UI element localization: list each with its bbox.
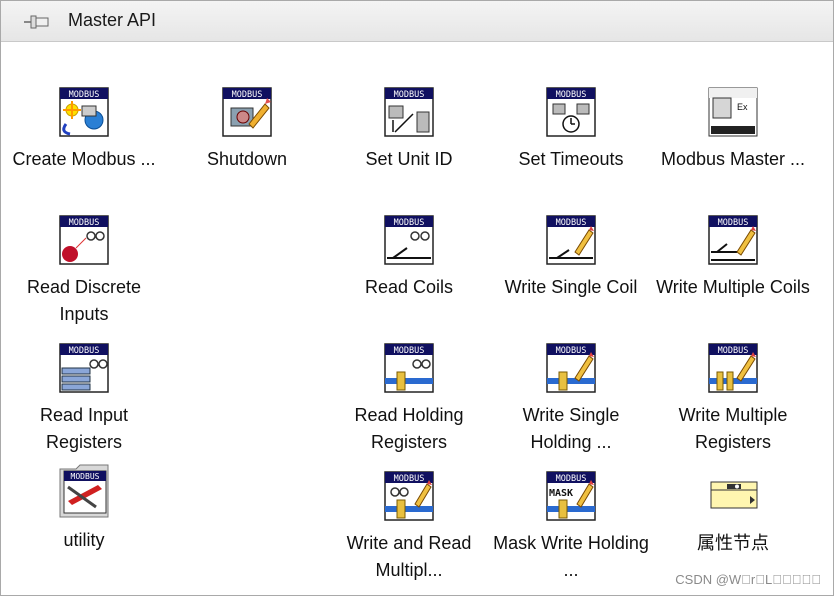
modbus-write-multiple-coils-icon: MODBUS <box>707 214 759 266</box>
modbus-write-single-coil-icon: MODBUS <box>545 214 597 266</box>
palette-item-read-input-registers[interactable]: MODBUS Read Input Registers <box>3 342 165 462</box>
modbus-header-text: MODBUS <box>394 90 425 100</box>
modbus-set-timeouts-icon: MODBUS <box>545 86 597 138</box>
modbus-header-text: MODBUS <box>394 218 425 228</box>
palette-item-label: Read Discrete Inputs <box>26 277 142 324</box>
palette-window: Master API MODBUS Create Modbus ... MODB… <box>0 0 834 596</box>
palette-item-modbus-master[interactable]: Ex Modbus Master ... <box>652 86 814 206</box>
modbus-utility-folder-icon: MODBUS <box>58 463 110 518</box>
modbus-header-text: MODBUS <box>556 218 587 228</box>
palette-item-mask-write-holding[interactable]: MODBUS MASK Mask Write Holding ... <box>490 470 652 590</box>
palette-item-label: utility <box>63 530 105 550</box>
modbus-mask-write-icon: MODBUS MASK <box>545 470 597 522</box>
palette-item-set-unit-id[interactable]: MODBUS Set Unit ID <box>328 86 490 206</box>
modbus-write-multiple-registers-icon: MODBUS <box>707 342 759 394</box>
svg-text:MODBUS: MODBUS <box>71 472 100 481</box>
palette-item-label: Shutdown <box>206 149 288 169</box>
modbus-header-text: MODBUS <box>69 218 100 228</box>
palette-item-label: Read Coils <box>364 277 454 297</box>
modbus-write-single-holding-icon: MODBUS <box>545 342 597 394</box>
palette-item-label: Write Multiple Registers <box>678 405 788 452</box>
property-node-icon <box>707 470 759 522</box>
palette-item-set-timeouts[interactable]: MODBUS Set Timeouts <box>490 86 652 206</box>
modbus-master-example-icon: Ex <box>707 86 759 138</box>
palette-item-read-holding-registers[interactable]: MODBUS Read Holding Registers <box>328 342 490 462</box>
modbus-read-discrete-icon: MODBUS <box>58 214 110 266</box>
palette-item-write-single-coil[interactable]: MODBUS Write Single Coil <box>490 214 652 334</box>
palette-item-write-and-read-multiple[interactable]: MODBUS Write and Read Multipl... <box>328 470 490 590</box>
modbus-header-text: MODBUS <box>556 90 587 100</box>
modbus-read-input-registers-icon: MODBUS <box>58 342 110 394</box>
palette-item-label: Write Single Coil <box>504 277 638 297</box>
modbus-header-text: MODBUS <box>556 474 587 484</box>
pin-icon[interactable] <box>23 13 51 31</box>
palette-item-write-multiple-registers[interactable]: MODBUS Write Multiple Registers <box>652 342 814 462</box>
palette-item-write-single-holding[interactable]: MODBUS Write Single Holding ... <box>490 342 652 462</box>
modbus-header-text: MODBUS <box>718 346 749 356</box>
palette-item-write-multiple-coils[interactable]: MODBUS Write Multiple Coils <box>652 214 814 334</box>
palette-item-read-coils[interactable]: MODBUS Read Coils <box>328 214 490 334</box>
palette-item-shutdown[interactable]: MODBUS Shutdown <box>166 86 328 206</box>
palette-title: Master API <box>68 10 157 30</box>
palette-item-label: Write Single Holding ... <box>522 405 620 452</box>
palette-item-utility[interactable]: MODBUS utility <box>3 464 165 587</box>
palette-item-label: Set Unit ID <box>365 149 453 169</box>
palette-item-create-modbus[interactable]: MODBUS Create Modbus ... <box>3 86 165 206</box>
palette-item-label: Read Input Registers <box>39 405 129 452</box>
svg-text:Ex: Ex <box>737 102 748 112</box>
watermark: CSDN @W r L      <box>675 572 821 587</box>
modbus-create-icon: MODBUS <box>58 86 110 138</box>
palette-item-label: Modbus Master ... <box>660 149 806 169</box>
modbus-set-unit-id-icon: MODBUS <box>383 86 435 138</box>
modbus-header-text: MODBUS <box>69 346 100 356</box>
palette-item-label: Mask Write Holding ... <box>493 533 649 580</box>
palette-item-label: Write and Read Multipl... <box>346 533 472 580</box>
modbus-header-text: MODBUS <box>69 90 100 100</box>
modbus-header-text: MODBUS <box>394 474 425 484</box>
modbus-header-text: MODBUS <box>232 90 263 100</box>
modbus-read-holding-icon: MODBUS <box>383 342 435 394</box>
palette-item-label: Set Timeouts <box>518 149 624 169</box>
modbus-shutdown-icon: MODBUS <box>221 86 273 138</box>
modbus-header-text: MODBUS <box>556 346 587 356</box>
modbus-header-text: MODBUS <box>394 346 425 356</box>
svg-text:MASK: MASK <box>549 488 573 499</box>
modbus-write-read-multiple-icon: MODBUS <box>383 470 435 522</box>
palette-titlebar: Master API <box>1 1 833 42</box>
palette-item-label: Read Holding Registers <box>354 405 464 452</box>
modbus-header-text: MODBUS <box>718 218 749 228</box>
palette-item-label: 属性节点 <box>697 533 769 553</box>
palette-item-label: Write Multiple Coils <box>656 277 810 297</box>
palette-item-read-discrete-inputs[interactable]: MODBUS Read Discrete Inputs <box>3 214 165 334</box>
modbus-read-coils-icon: MODBUS <box>383 214 435 266</box>
palette-item-label: Create Modbus ... <box>12 149 156 169</box>
